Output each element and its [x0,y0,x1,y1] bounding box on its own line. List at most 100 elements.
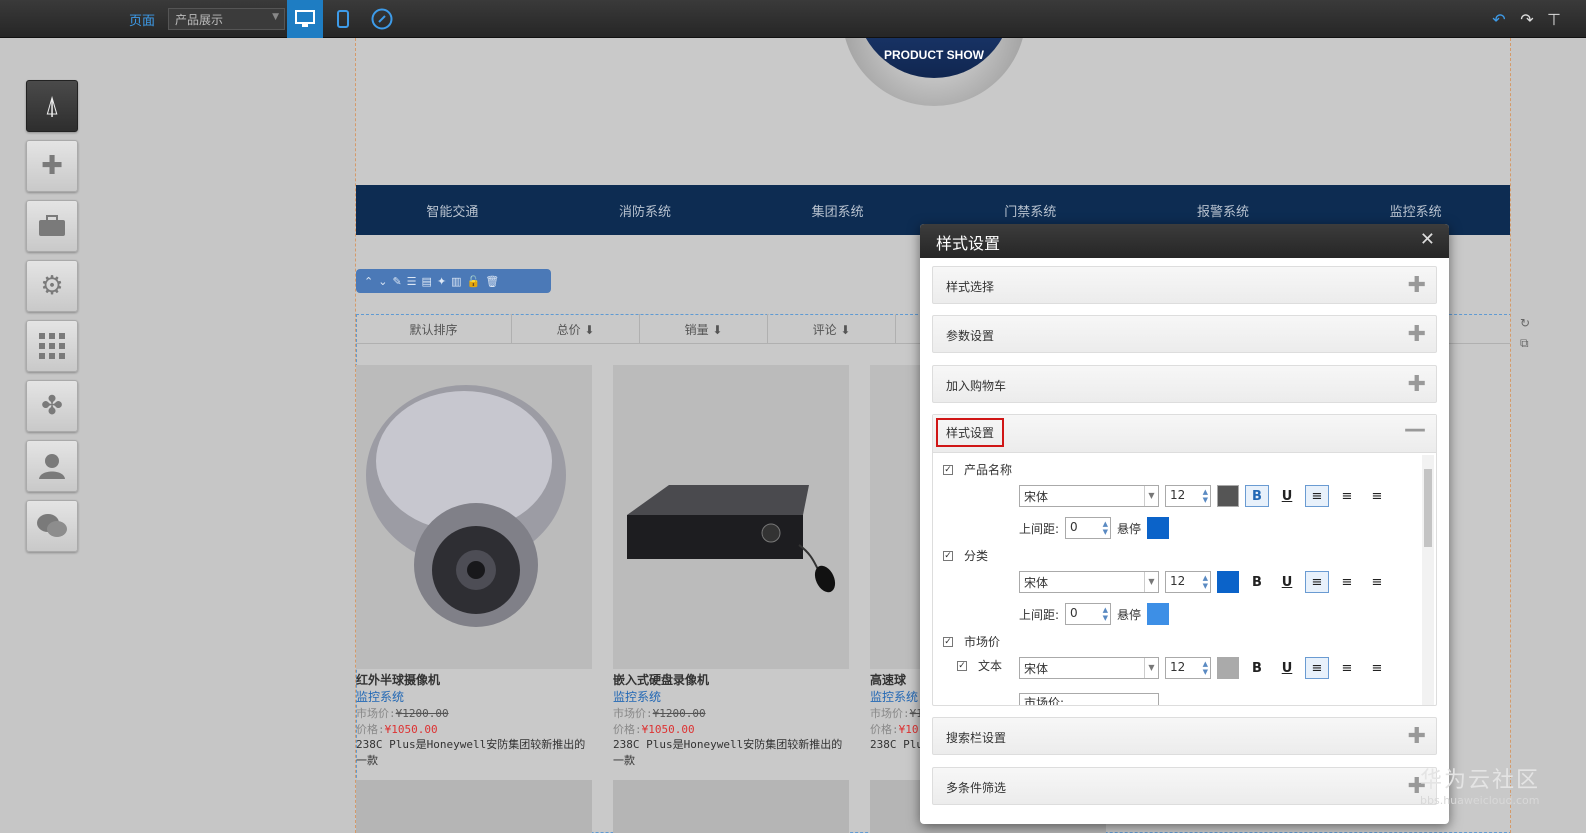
tool-app-store[interactable]: ⍋ [26,80,78,132]
expand-icon[interactable]: ✚ [1408,273,1426,298]
sort-reviews[interactable]: 评论 ⬇ [768,314,896,344]
align-left-button[interactable]: ≡ [1305,571,1329,593]
underline-button[interactable]: U [1275,571,1299,593]
edit-icon[interactable]: ✎ [392,275,401,288]
nav-item[interactable]: 消防系统 [619,201,671,220]
stepper-icon[interactable]: ▲ ▼ [1103,520,1108,536]
nav-item[interactable]: 集团系统 [812,201,864,220]
pin-icon: ⊤ [1547,9,1561,29]
align-left-button[interactable]: ≡ [1305,485,1329,507]
move-up-icon[interactable]: ⌃ [364,275,373,288]
hover-color-swatch[interactable] [1147,603,1170,625]
section-multi-filter[interactable]: 多条件筛选 ✚ [932,767,1437,805]
font-family-select[interactable]: 宋体 ▼ [1019,657,1159,679]
bold-button[interactable]: B [1245,485,1269,507]
refresh-icon[interactable]: ↻ [1520,316,1530,330]
page-select[interactable]: 产品展示 ▼ [168,8,285,30]
market-price-checkbox[interactable]: ✓ [943,636,953,647]
tool-modules[interactable]: ✤ [26,380,78,432]
sort-sales[interactable]: 销量 ⬇ [640,314,768,344]
undo-button[interactable]: ↶ [1488,0,1510,38]
product-category[interactable]: 监控系统 [356,688,592,705]
align-right-button[interactable]: ≡ [1365,657,1389,679]
lock-icon[interactable]: 🔓 [467,275,481,288]
user-icon [39,454,65,479]
color-swatch[interactable] [1217,657,1239,679]
link-button[interactable] [368,0,396,38]
stepper-icon[interactable]: ▲ ▼ [1203,574,1208,590]
stepper-icon[interactable]: ▲ ▼ [1203,660,1208,676]
market-text-input[interactable]: 市场价: [1019,693,1159,705]
move-down-icon[interactable]: ⌄ [378,275,387,288]
scrollbar-thumb[interactable] [1424,469,1432,547]
expand-icon[interactable]: ✚ [1408,372,1426,397]
category-checkbox[interactable]: ✓ [943,550,953,561]
align-center-button[interactable]: ≡ [1335,485,1359,507]
nav-item[interactable]: 报警系统 [1197,201,1249,220]
redo-button[interactable]: ↷ [1516,0,1538,38]
product-image-dvr[interactable] [613,365,849,669]
font-size-input[interactable]: 12 ▲ ▼ [1165,485,1211,507]
scrollbar[interactable] [1422,455,1434,705]
stepper-icon[interactable]: ▲ ▼ [1103,606,1108,622]
underline-button[interactable]: U [1275,657,1299,679]
underline-button[interactable]: U [1275,485,1299,507]
expand-icon[interactable]: ✚ [1408,322,1426,347]
section-search-bar[interactable]: 搜索栏设置 ✚ [932,717,1437,755]
align-center-button[interactable]: ≡ [1335,657,1359,679]
tool-grid[interactable] [26,320,78,372]
resize-icon[interactable]: ⧉ [1520,336,1530,351]
chart-icon[interactable]: ▥ [451,275,461,288]
expand-icon[interactable]: ✚ [1408,724,1426,749]
section-add-to-cart[interactable]: 加入购物车 ✚ [932,365,1437,403]
market-text-checkbox[interactable]: ✓ [957,660,967,671]
sort-price[interactable]: 总价 ⬇ [512,314,640,344]
nav-item[interactable]: 门禁系统 [1004,201,1056,220]
layout-icon[interactable]: ▤ [422,275,432,288]
hover-color-swatch[interactable] [1147,517,1170,539]
margin-input[interactable]: 0 ▲ ▼ [1065,603,1112,625]
list-icon[interactable]: ☰ [407,275,417,288]
trash-icon[interactable]: 🗑 [485,275,499,288]
sort-default[interactable]: 默认排序 [356,314,512,344]
tool-wechat[interactable] [26,500,78,552]
magic-wand-icon[interactable]: ✦ [437,275,446,288]
mobile-view-button[interactable] [330,0,356,38]
bold-button[interactable]: B [1245,571,1269,593]
tool-add[interactable]: ✚ [26,140,78,192]
product-card[interactable]: 嵌入式硬盘录像机 监控系统 市场价:¥1200.00 价格:¥1050.00 2… [613,365,849,769]
align-left-button[interactable]: ≡ [1305,657,1329,679]
bold-button[interactable]: B [1245,657,1269,679]
font-size-input[interactable]: 12 ▲ ▼ [1165,657,1211,679]
link-icon [371,8,393,30]
font-size-input[interactable]: 12 ▲ ▼ [1165,571,1211,593]
align-center-button[interactable]: ≡ [1335,571,1359,593]
section-style-select[interactable]: 样式选择 ✚ [932,266,1437,304]
product-category[interactable]: 监控系统 [613,688,849,705]
font-family-select[interactable]: 宋体 ▼ [1019,571,1159,593]
product-card[interactable]: 红外半球摄像机 监控系统 市场价:¥1200.00 价格:¥1050.00 23… [356,365,592,769]
align-right-button[interactable]: ≡ [1365,485,1389,507]
product-name[interactable]: 嵌入式硬盘录像机 [613,671,849,688]
color-swatch[interactable] [1217,571,1239,593]
section-header[interactable]: 样式设置 — [933,415,1436,453]
stepper-icon[interactable]: ▲ ▼ [1203,488,1208,504]
nav-item[interactable]: 监控系统 [1390,201,1442,220]
desktop-view-button[interactable] [287,0,323,38]
section-params[interactable]: 参数设置 ✚ [932,315,1437,353]
font-family-select[interactable]: 宋体 ▼ [1019,485,1159,507]
tool-toolbox[interactable] [26,200,78,252]
tool-settings[interactable]: ⚙ [26,260,78,312]
product-image-dome-camera[interactable] [356,365,592,669]
align-right-button[interactable]: ≡ [1365,571,1389,593]
pin-button[interactable]: ⊤ [1543,0,1565,38]
product-name[interactable]: 红外半球摄像机 [356,671,592,688]
product-name-checkbox[interactable]: ✓ [943,464,953,475]
margin-input[interactable]: 0 ▲ ▼ [1065,517,1112,539]
close-icon[interactable]: ✕ [1420,229,1435,250]
collapse-icon[interactable]: — [1404,417,1426,442]
mobile-icon [337,10,349,28]
nav-item[interactable]: 智能交通 [426,201,478,220]
tool-user[interactable] [26,440,78,492]
color-swatch[interactable] [1217,485,1239,507]
